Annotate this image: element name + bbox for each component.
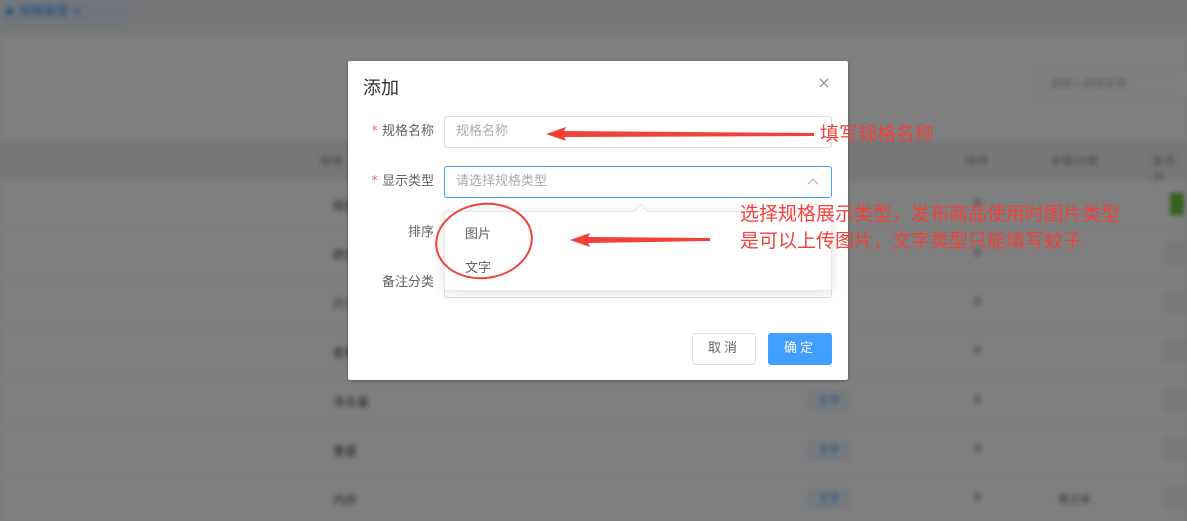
spec-name-label: * 规格名称 xyxy=(371,124,434,139)
dialog-title: 添加 xyxy=(363,78,399,99)
display-type-placeholder: 请选择规格类型 xyxy=(456,174,548,189)
display-type-select[interactable]: 请选择规格类型 xyxy=(444,166,832,198)
close-icon[interactable]: × xyxy=(814,73,834,93)
confirm-button[interactable]: 确定 xyxy=(768,333,832,365)
cancel-button[interactable]: 取消 xyxy=(692,333,756,365)
remark-category-label: 备注分类 xyxy=(381,275,434,290)
required-mark: * xyxy=(371,174,378,189)
spec-name-input[interactable]: 规格名称 xyxy=(444,116,832,148)
annotation-note-2-line-2: 是可以上传图片，文字类型只能填写蚊子 xyxy=(740,230,1083,252)
annotation-note-2-line-1: 选择规格展示类型，发布商品使用时图片类型 xyxy=(740,203,1121,225)
dropdown-option-image[interactable]: 图片 xyxy=(465,225,491,245)
display-type-label: * 显示类型 xyxy=(371,174,434,189)
chevron-up-icon xyxy=(807,178,819,190)
dropdown-option-text[interactable]: 文字 xyxy=(465,259,491,279)
sort-label: 排序 xyxy=(407,225,434,240)
annotation-note-1: 填写规格名称 xyxy=(820,123,935,145)
required-mark: * xyxy=(371,124,378,139)
